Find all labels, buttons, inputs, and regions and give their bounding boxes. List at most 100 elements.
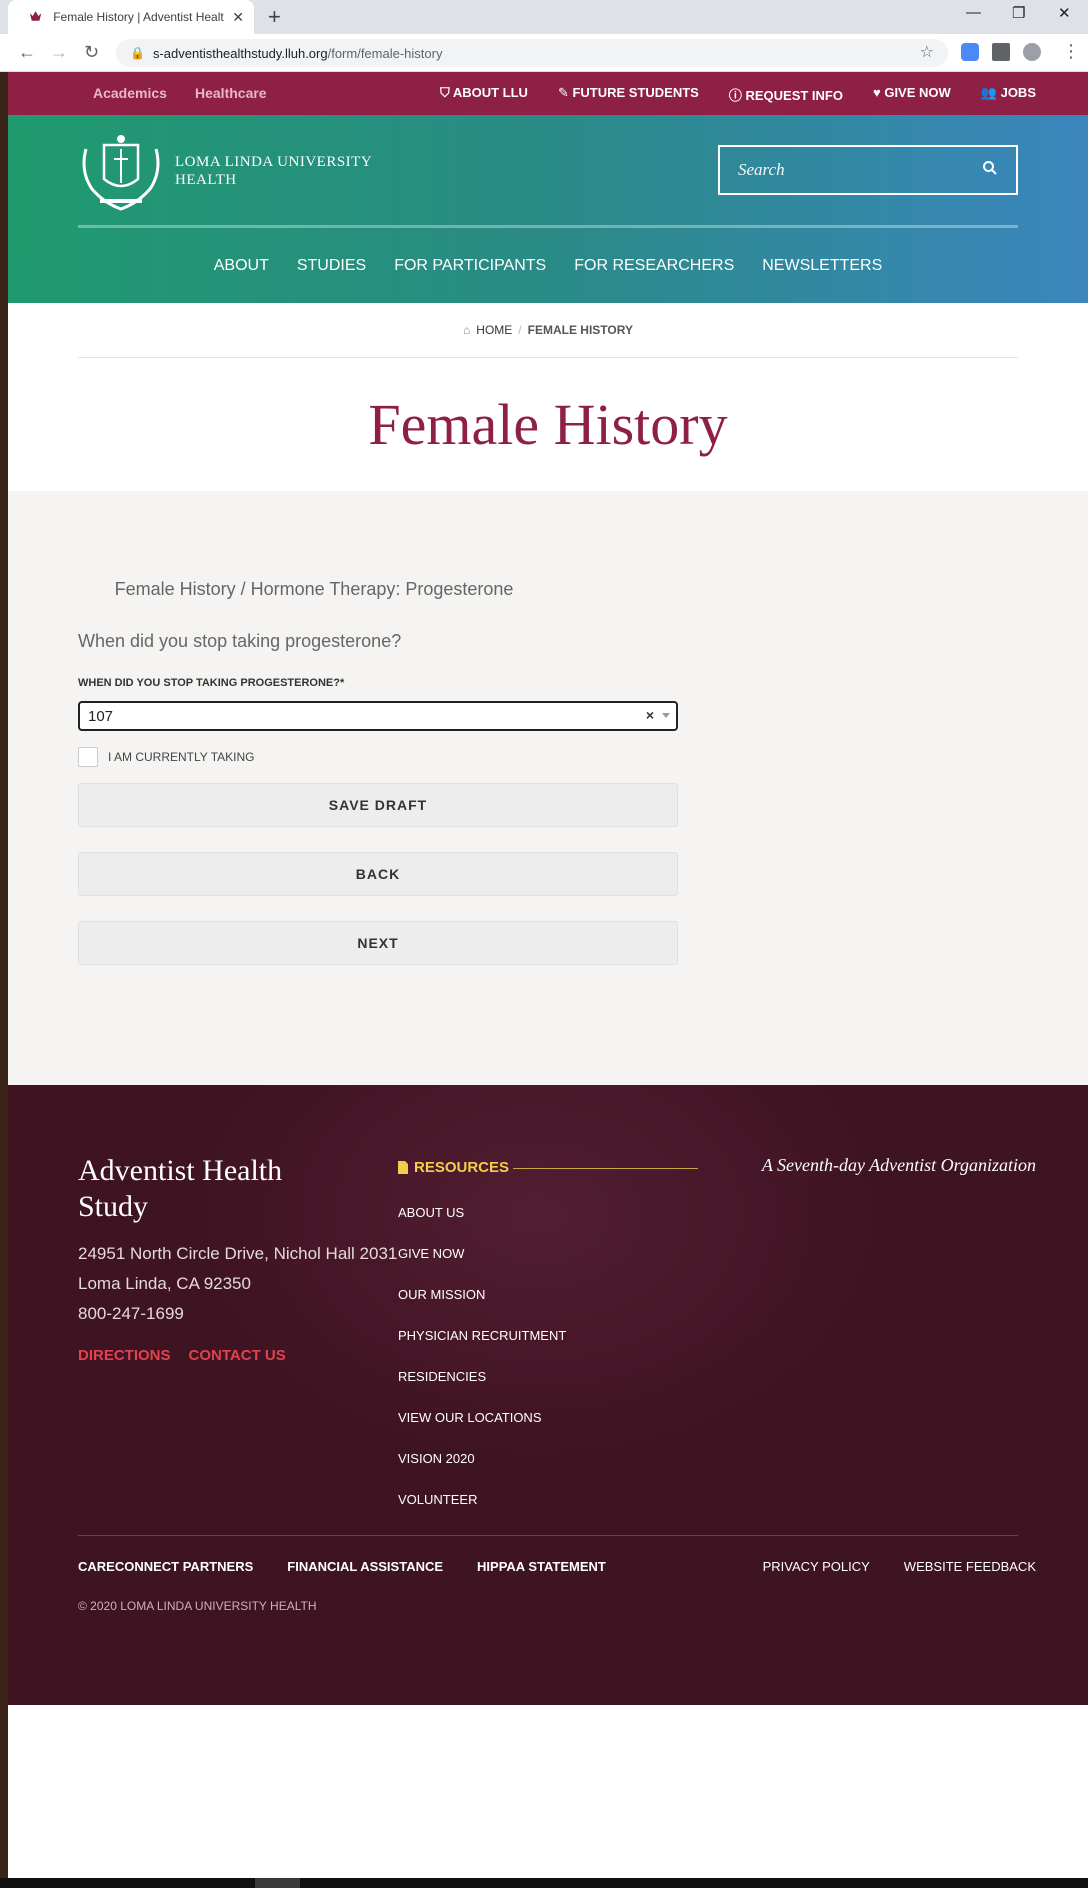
resource-link-volunteer[interactable]: VOLUNTEER	[398, 1492, 566, 1533]
question-text: When did you stop taking progesterone?	[78, 631, 402, 651]
resources-list: ABOUT US GIVE NOW OUR MISSION PHYSICIAN …	[398, 1205, 566, 1533]
resource-link-give-now[interactable]: GIVE NOW	[398, 1246, 566, 1287]
minimize-icon[interactable]: —	[966, 4, 981, 21]
footer-bottom-links-left: CARECONNECT PARTNERS FINANCIAL ASSISTANC…	[78, 1559, 606, 1574]
pencil-icon: ✎	[557, 85, 573, 100]
currently-taking-row: I AM CURRENTLY TAKING	[78, 747, 254, 767]
footer-contact-links: DIRECTIONS CONTACT US	[78, 1347, 286, 1364]
logo-wordmark[interactable]: LOMA LINDA UNIVERSITY HEALTH	[175, 153, 372, 189]
document-icon	[398, 1161, 408, 1174]
header-divider	[78, 225, 1018, 228]
currently-taking-checkbox[interactable]	[78, 747, 98, 767]
privacy-policy-link[interactable]: PRIVACY POLICY	[763, 1559, 870, 1574]
browser-tabbar: Female History | Adventist Health Study …	[0, 0, 1088, 34]
logo-line-2: HEALTH	[175, 172, 237, 188]
heart-icon: ♥	[872, 85, 885, 100]
next-button[interactable]: NEXT	[78, 921, 678, 965]
new-tab-button[interactable]: +	[268, 4, 281, 30]
address-line-1: 24951 North Circle Drive, Nichol Hall 20…	[78, 1244, 398, 1263]
users-icon: 👥	[980, 85, 1001, 100]
taskbar-item[interactable]	[255, 1878, 300, 1888]
footer-address: 24951 North Circle Drive, Nichol Hall 20…	[78, 1239, 397, 1329]
utility-link-about-llu[interactable]: ⛉ ABOUT LLU	[440, 85, 528, 104]
utility-link-healthcare[interactable]: Healthcare	[195, 85, 267, 101]
breadcrumb: ⌂ HOME / FEMALE HISTORY	[78, 303, 1018, 358]
site-header: LOMA LINDA UNIVERSITY HEALTH ABOUT STUDI…	[8, 115, 1088, 303]
forward-arrow-icon[interactable]: →	[50, 42, 68, 63]
form-area: Female History / Hormone Therapy: Proges…	[8, 491, 1088, 1085]
logo-line-1: LOMA LINDA UNIVERSITY	[175, 154, 373, 170]
financial-assistance-link[interactable]: FINANCIAL ASSISTANCE	[287, 1559, 443, 1574]
resource-link-residencies[interactable]: RESIDENCIES	[398, 1369, 566, 1410]
clear-selection-icon[interactable]: ×	[646, 707, 654, 723]
directions-link[interactable]: DIRECTIONS	[78, 1347, 171, 1364]
tab-close-icon[interactable]: ✕	[232, 9, 244, 26]
nav-newsletters[interactable]: NEWSLETTERS	[762, 257, 882, 275]
background-window-strip	[0, 72, 8, 1888]
checkbox-label[interactable]: I AM CURRENTLY TAKING	[108, 750, 254, 764]
select-value: 107	[88, 707, 114, 725]
utility-link-label: FUTURE STUDENTS	[572, 85, 699, 100]
url-path: /form/female-history	[327, 45, 443, 61]
utility-link-future-students[interactable]: ✎ FUTURE STUDENTS	[558, 85, 699, 104]
browser-tab[interactable]: Female History | Adventist Health Study …	[8, 0, 254, 34]
careconnect-partners-link[interactable]: CARECONNECT PARTNERS	[78, 1559, 253, 1574]
url-host: s-adventisthealthstudy.lluh.org	[152, 45, 328, 61]
lock-icon: 🔒	[130, 46, 145, 60]
site-search	[718, 145, 1018, 195]
url-field[interactable]: 🔒 s-adventisthealthstudy.lluh.org/form/f…	[116, 39, 948, 67]
resource-link-about-us[interactable]: ABOUT US	[398, 1205, 566, 1246]
close-window-icon[interactable]: ✕	[1058, 4, 1071, 22]
main-nav: ABOUT STUDIES FOR PARTICIPANTS FOR RESEA…	[8, 257, 1088, 275]
hippaa-statement-link[interactable]: HIPPAA STATEMENT	[477, 1559, 606, 1574]
chevron-down-icon[interactable]	[662, 713, 670, 718]
bookmark-star-icon[interactable]: ☆	[920, 42, 934, 62]
llu-crest-icon[interactable]	[78, 131, 164, 211]
utility-link-label: REQUEST INFO	[745, 88, 843, 103]
website-feedback-link[interactable]: WEBSITE FEEDBACK	[904, 1559, 1036, 1574]
utility-bar: Academics Healthcare ⛉ ABOUT LLU ✎ FUTUR…	[8, 72, 1088, 115]
shield-icon: ⛉	[439, 85, 453, 100]
breadcrumb-home[interactable]: HOME	[476, 323, 512, 337]
llu-favicon-icon	[29, 11, 42, 21]
back-arrow-icon[interactable]: ←	[18, 42, 36, 63]
breadcrumb-current: FEMALE HISTORY	[527, 323, 633, 337]
save-draft-button[interactable]: SAVE DRAFT	[78, 783, 678, 827]
nav-about[interactable]: ABOUT	[214, 257, 269, 275]
restore-icon[interactable]: ❐	[1012, 4, 1025, 22]
browser-menu-icon[interactable]: ⋮	[1062, 41, 1080, 62]
utility-link-give-now[interactable]: ♥ GIVE NOW	[873, 85, 951, 104]
nav-for-participants[interactable]: FOR PARTICIPANTS	[394, 257, 546, 275]
search-icon[interactable]	[982, 160, 998, 176]
utility-link-academics[interactable]: Academics	[93, 85, 167, 101]
utility-link-request-info[interactable]: ⓘ REQUEST INFO	[729, 85, 843, 104]
copyright: © 2020 LOMA LINDA UNIVERSITY HEALTH	[78, 1599, 317, 1613]
resource-link-vision-2020[interactable]: VISION 2020	[398, 1451, 566, 1492]
form-section-crumb: Female History / Hormone Therapy: Proges…	[114, 579, 514, 599]
utility-link-jobs[interactable]: 👥 JOBS	[981, 85, 1036, 104]
tab-title: Female History | Adventist Health Study	[53, 10, 224, 24]
reload-icon[interactable]: ↻	[84, 42, 99, 63]
resource-link-our-mission[interactable]: OUR MISSION	[398, 1287, 566, 1328]
nav-studies[interactable]: STUDIES	[297, 257, 366, 275]
address-line-2: Loma Linda, CA 92350	[78, 1274, 251, 1293]
utility-link-label: JOBS	[1000, 85, 1036, 100]
stop-date-select[interactable]: 107 ×	[78, 701, 678, 731]
site-footer: Adventist Health Study 24951 North Circl…	[8, 1085, 1088, 1705]
contact-us-link[interactable]: CONTACT US	[189, 1347, 286, 1364]
page-title: Female History	[368, 392, 728, 457]
profile-avatar-icon[interactable]	[1023, 43, 1041, 61]
footer-org-name: Adventist Health Study	[78, 1154, 283, 1223]
back-button[interactable]: BACK	[78, 852, 678, 896]
resource-link-physician-recruitment[interactable]: PHYSICIAN RECRUITMENT	[398, 1328, 566, 1369]
resource-link-view-our-locations[interactable]: VIEW OUR LOCATIONS	[398, 1410, 566, 1451]
nav-for-researchers[interactable]: FOR RESEARCHERS	[574, 257, 734, 275]
search-input[interactable]	[738, 160, 968, 180]
phone-number[interactable]: 800-247-1699	[78, 1299, 397, 1329]
resources-heading-label: RESOURCES	[414, 1159, 510, 1176]
zoom-extension-icon[interactable]	[961, 43, 979, 61]
site: Academics Healthcare ⛉ ABOUT LLU ✎ FUTUR…	[8, 72, 1088, 1705]
resources-divider	[513, 1168, 698, 1169]
footer-bottom-links-right: PRIVACY POLICY WEBSITE FEEDBACK	[763, 1559, 1036, 1574]
extensions-puzzle-icon[interactable]	[992, 43, 1010, 61]
